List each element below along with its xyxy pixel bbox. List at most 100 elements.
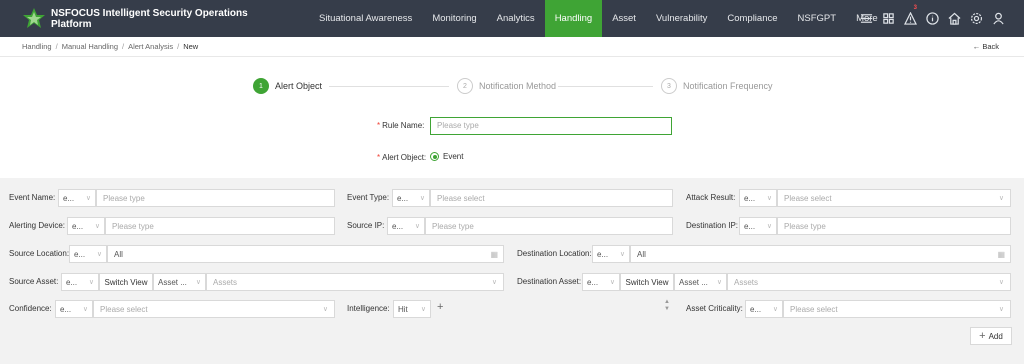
chevron-down-icon: ∨ [419,195,425,202]
confidence-operator-select[interactable]: e... ∨ [55,300,93,318]
destination-asset-type-select[interactable]: Asset ... ∨ [674,273,727,291]
home-icon[interactable] [946,10,963,27]
radio-checked-icon [430,152,439,161]
alert-warning-icon[interactable]: 3 [902,5,919,27]
alerting-device-input[interactable]: Please type [105,217,335,235]
chevron-down-icon: ∨ [96,251,102,258]
wizard-panel: 1 Alert Object 2 Notification Method 3 N… [0,57,1024,178]
breadcrumb: Handling / Manual Handling / Alert Analysis /… [22,42,198,51]
step-alert-object[interactable]: 1 Alert Object [253,78,322,94]
chevron-down-icon: ∨ [82,306,88,313]
breadcrumb-handling[interactable]: Handling [22,42,52,51]
rule-name-label: * Rule Name: [377,121,425,130]
add-button[interactable]: + Add [970,327,1012,345]
attack-result-label: Attack Result: [686,193,736,202]
event-name-input[interactable]: Please type [96,189,335,207]
asset-criticality-select[interactable]: Please select ∨ [783,300,1011,318]
event-name-label: Event Name: [9,193,56,202]
chevron-down-icon: ∨ [195,279,201,286]
menu-icon[interactable] [858,10,875,27]
filter-row: Source Asset: e... ∨ Switch View Asset ..… [0,273,1024,291]
source-location-label: Source Location: [9,249,70,258]
confidence-select[interactable]: Please select ∨ [93,300,335,318]
nav-monitoring[interactable]: Monitoring [422,0,486,37]
alerting-device-operator-select[interactable]: e... ∨ [67,217,105,235]
breadcrumb-manual-handling[interactable]: Manual Handling [62,42,118,51]
filter-row: Confidence: e... ∨ Please select ∨ Intelli… [0,300,1024,318]
destination-location-select[interactable]: All ▦ [630,245,1011,263]
chevron-down-icon: ∨ [609,279,615,286]
destination-ip-operator-select[interactable]: e... ∨ [739,217,777,235]
asset-criticality-operator-select[interactable]: e... ∨ [745,300,783,318]
user-icon[interactable] [990,10,1007,27]
add-condition-plus-icon[interactable]: + [437,301,443,313]
step-notification-frequency[interactable]: 3 Notification Frequency [661,78,773,94]
attack-result-select[interactable]: Please select ∨ [777,189,1011,207]
source-ip-input[interactable]: Please type [425,217,673,235]
chevron-down-icon: ∨ [420,306,426,313]
nsfocus-logo-icon[interactable] [22,7,46,29]
chevron-down-icon: ∨ [619,251,625,258]
chevron-down-icon: ∨ [716,279,722,286]
rule-name-input[interactable]: Please type [430,117,672,135]
source-ip-label: Source IP: [347,221,385,230]
breadcrumb-alert-analysis[interactable]: Alert Analysis [128,42,173,51]
sort-updown-icon[interactable]: ▲ ▼ [664,299,670,313]
nav-asset[interactable]: Asset [602,0,646,37]
filter-row: Alerting Device: e... ∨ Please type Sourc… [0,217,1024,235]
destination-asset-label: Destination Asset: [517,277,582,286]
app-title-line2: Platform [51,19,92,30]
event-name-operator-select[interactable]: e... ∨ [58,189,96,207]
step-notification-method[interactable]: 2 Notification Method [457,78,556,94]
event-type-select[interactable]: Please select [430,189,673,207]
back-button[interactable]: ← Back [973,42,999,51]
nav-compliance[interactable]: Compliance [717,0,787,37]
destination-asset-switch-view-button[interactable]: Switch View [620,273,674,291]
filter-panel: Event Name: e... ∨ Please type Event Type… [0,178,1024,364]
alert-object-event-radio[interactable]: Event [430,152,463,161]
app-title: NSFOCUS Intelligent Security Operations … [51,8,251,30]
destination-ip-input[interactable]: Please type [777,217,1011,235]
main-nav: Situational Awareness Monitoring Analyti… [309,0,888,37]
source-asset-operator-select[interactable]: e... ∨ [61,273,99,291]
back-label: Back [982,42,999,51]
source-ip-operator-select[interactable]: e... ∨ [387,217,425,235]
event-type-operator-select[interactable]: e... ∨ [392,189,430,207]
source-location-operator-select[interactable]: e... ∨ [69,245,107,263]
source-location-select[interactable]: All ▦ [107,245,504,263]
source-asset-switch-view-button[interactable]: Switch View [99,273,153,291]
nav-vulnerability[interactable]: Vulnerability [646,0,717,37]
apps-grid-icon[interactable] [880,10,897,27]
breadcrumb-separator: / [177,42,180,51]
step-label: Alert Object [275,81,323,91]
destination-asset-select[interactable]: Assets ∨ [727,273,1011,291]
chevron-down-icon: ∨ [491,279,497,286]
add-label: Add [988,331,1003,341]
chevron-down-icon: ∨ [414,223,420,230]
intelligence-select[interactable]: Hit ∨ [393,300,431,318]
source-asset-select[interactable]: Assets ∨ [206,273,504,291]
step-number: 3 [661,78,677,94]
chevron-down-icon: ∨ [772,306,778,313]
settings-gear-icon[interactable] [968,10,985,27]
info-icon[interactable] [924,10,941,27]
confidence-label: Confidence: [9,304,52,313]
alert-count-badge: 3 [913,5,917,11]
source-asset-type-select[interactable]: Asset ... ∨ [153,273,206,291]
app-title-line1: NSFOCUS Intelligent Security Operations [51,8,248,19]
attack-result-operator-select[interactable]: e... ∨ [739,189,777,207]
top-icon-group: 3 [858,5,1007,27]
chevron-down-icon: ∨ [998,279,1004,286]
nav-situational-awareness[interactable]: Situational Awareness [309,0,422,37]
destination-location-operator-select[interactable]: e... ∨ [592,245,630,263]
nav-analytics[interactable]: Analytics [487,0,545,37]
event-type-label: Event Type: [347,193,390,202]
destination-location-label: Destination Location: [517,249,592,258]
destination-asset-operator-select[interactable]: e... ∨ [582,273,620,291]
intelligence-label: Intelligence: [347,304,390,313]
grid-picker-icon[interactable]: ▦ [490,250,498,259]
nav-handling[interactable]: Handling [544,0,603,37]
grid-picker-icon[interactable]: ▦ [997,250,1005,259]
chevron-down-icon: ∨ [322,306,328,313]
nav-nsfgpt[interactable]: NSFGPT [788,0,847,37]
